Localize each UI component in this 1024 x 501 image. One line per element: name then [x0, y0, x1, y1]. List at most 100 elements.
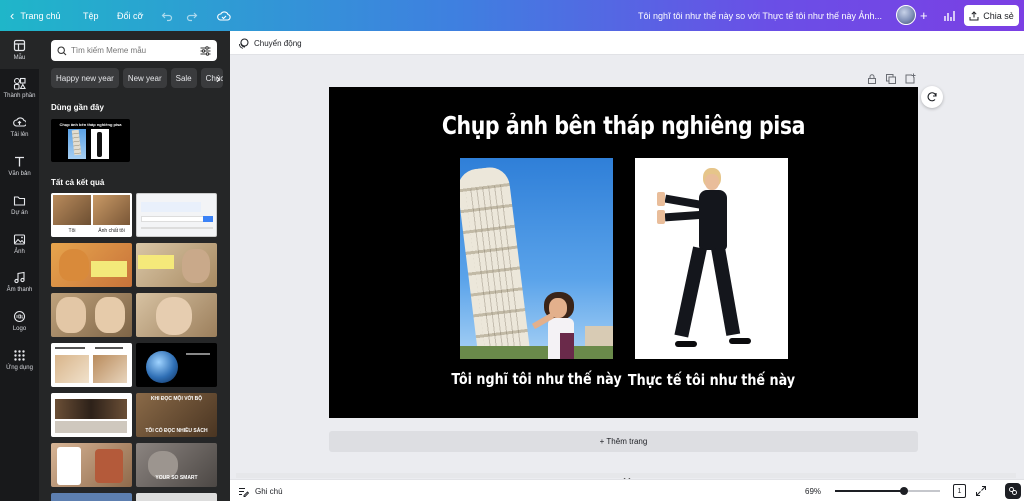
recent-thumb-caption: Chụp ảnh bên tháp nghiêng pisa: [59, 122, 122, 127]
rail-item-audio[interactable]: Âm thanh: [0, 271, 39, 293]
cloud-save-button[interactable]: [217, 0, 231, 31]
share-button[interactable]: Chia sẻ: [964, 5, 1019, 26]
result-caption: Tôi: [68, 228, 76, 234]
lock-icon: [868, 74, 876, 84]
result-thumb-13[interactable]: [51, 493, 132, 501]
animate-label: Chuyển động: [254, 38, 302, 48]
rail-item-elements[interactable]: Thành phần: [0, 77, 39, 99]
left-caption[interactable]: Tôi nghĩ tôi như thế này: [449, 370, 623, 388]
result-thumb-3[interactable]: [51, 243, 132, 287]
photo-icon: [13, 234, 26, 245]
top-bar: ‹ Trang chủ Tệp Đổi cỡ Tôi nghĩ tôi như …: [0, 0, 1024, 31]
rail-item-logo[interactable]: Logo: [0, 310, 39, 332]
chip-new-year[interactable]: New year: [122, 68, 167, 88]
undo-icon: [161, 12, 173, 21]
search-box: [51, 40, 217, 61]
rail-label: Ảnh: [14, 249, 25, 255]
chip-happy-new-year[interactable]: Happy new year: [51, 68, 119, 88]
chevron-left-icon: ‹: [10, 8, 15, 23]
file-menu-button[interactable]: Tệp: [83, 0, 99, 31]
add-page-icon-button[interactable]: [904, 72, 916, 84]
rail-label: Dự án: [11, 210, 28, 216]
result-thumb-5[interactable]: [51, 293, 132, 337]
result-thumb-12[interactable]: YOUR SO SMART: [136, 443, 217, 487]
recent-title: Dùng gần đây: [51, 103, 104, 112]
rail-label: Thành phần: [3, 93, 36, 99]
zoom-slider[interactable]: [835, 487, 940, 495]
filter-icon[interactable]: [200, 45, 211, 56]
result-caption: KHI ĐỌC MỘI VỚI BỘ: [150, 396, 203, 402]
zoom-slider-thumb[interactable]: [900, 487, 908, 495]
rail-item-templates[interactable]: Mẫu: [0, 31, 39, 69]
document-title[interactable]: Tôi nghĩ tôi như thế này so với Thực tế …: [638, 0, 882, 31]
woman-pushing-photo[interactable]: [635, 158, 788, 359]
templates-panel: Happy new year New year Sale Chúc › Dùng…: [39, 31, 230, 501]
result-thumb-9[interactable]: [51, 393, 132, 437]
add-page-button[interactable]: + Thêm trang: [329, 431, 918, 452]
music-icon: [14, 271, 25, 284]
result-thumb-8[interactable]: [136, 343, 217, 387]
template-icon: [13, 39, 26, 52]
horizontal-scrollbar[interactable]: [236, 473, 1016, 478]
result-caption: Ảnh chất tôi: [98, 228, 125, 234]
page-count-button[interactable]: 1: [953, 484, 966, 498]
result-thumb-4[interactable]: [136, 243, 217, 287]
duplicate-icon: [886, 74, 896, 84]
insights-button[interactable]: [943, 0, 955, 31]
file-label: Tệp: [83, 10, 99, 21]
design-page[interactable]: Chụp ảnh bên tháp nghiêng pisa Tôi nghĩ …: [329, 87, 918, 418]
resize-label: Đổi cỡ: [117, 10, 144, 21]
right-caption[interactable]: Thực tế tôi như thế này: [624, 371, 798, 389]
leaning-tower-photo[interactable]: [460, 158, 613, 359]
recent-template-thumb[interactable]: Chụp ảnh bên tháp nghiêng pisa: [51, 119, 130, 162]
zoom-percent[interactable]: 69%: [805, 480, 821, 501]
help-sparkle-icon: [1009, 487, 1017, 495]
add-page-label: + Thêm trang: [599, 437, 648, 446]
redo-button[interactable]: [186, 0, 198, 31]
result-thumb-10[interactable]: KHI ĐỌC MỘI VỚI BỘ TÔI CÓ ĐỌC NHIỀU SÁCH: [136, 393, 217, 437]
logo-icon: [13, 310, 26, 323]
apps-icon: [14, 350, 25, 361]
rail-label: Văn bản: [8, 171, 31, 177]
chevron-right-icon: ›: [215, 70, 221, 86]
rail-item-photos[interactable]: Ảnh: [0, 233, 39, 255]
chips-next-button[interactable]: ›: [209, 68, 227, 88]
rail-label: Mẫu: [13, 55, 26, 61]
result-thumb-6[interactable]: [136, 293, 217, 337]
bar-chart-icon: [944, 10, 955, 21]
chip-sale[interactable]: Sale: [170, 68, 197, 88]
help-button[interactable]: [1005, 483, 1021, 499]
user-avatar[interactable]: [896, 5, 916, 25]
result-thumb-2[interactable]: [136, 193, 217, 237]
share-upload-icon: [969, 10, 979, 20]
add-collaborator-button[interactable]: +: [920, 0, 928, 31]
upload-icon: [13, 117, 26, 127]
search-input[interactable]: [71, 46, 191, 55]
refresh-icon: [927, 92, 937, 102]
notes-button[interactable]: Ghi chú: [238, 480, 283, 501]
animate-button[interactable]: Chuyển động: [238, 31, 302, 55]
zoom-slider-fill: [835, 490, 904, 492]
result-thumb-7[interactable]: [51, 343, 132, 387]
search-icon: [57, 45, 67, 55]
lock-page-button[interactable]: [866, 72, 878, 84]
fullscreen-button[interactable]: [975, 485, 987, 497]
resize-button[interactable]: Đổi cỡ: [117, 0, 143, 31]
result-thumb-11[interactable]: [51, 443, 132, 487]
home-button[interactable]: ‹ Trang chủ: [10, 0, 61, 31]
duplicate-page-button[interactable]: [885, 72, 897, 84]
meme-title[interactable]: Chụp ảnh bên tháp nghiêng pisa: [382, 111, 865, 140]
rail-item-projects[interactable]: Dự án: [0, 194, 39, 216]
magic-refresh-button[interactable]: [921, 86, 943, 108]
rail-item-uploads[interactable]: Tải lên: [0, 116, 39, 138]
rail-item-text[interactable]: Văn bản: [0, 155, 39, 177]
undo-button[interactable]: [161, 0, 173, 31]
rail-label: Âm thanh: [6, 287, 33, 293]
rail-label: Logo: [12, 326, 27, 332]
rail-item-apps[interactable]: Ứng dụng: [0, 349, 39, 371]
result-thumb-14[interactable]: [136, 493, 217, 501]
suggestion-chips: Happy new year New year Sale Chúc: [51, 68, 230, 90]
all-results-title: Tất cả kết quả: [51, 178, 105, 187]
redo-icon: [186, 12, 198, 21]
result-thumb-1[interactable]: Tôi Ảnh chất tôi: [51, 193, 132, 237]
